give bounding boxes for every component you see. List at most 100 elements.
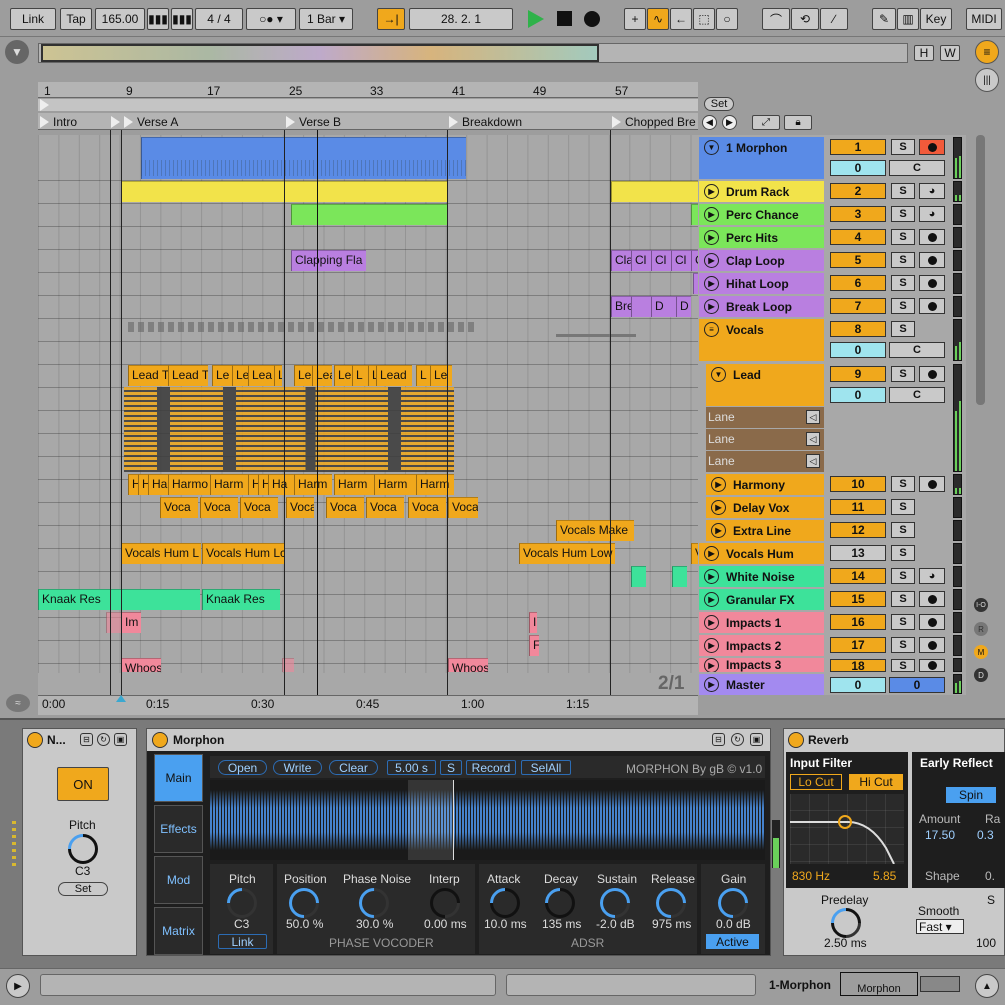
solo-button[interactable]: S — [891, 614, 915, 630]
track-activator[interactable]: 6 — [830, 275, 886, 291]
track-activator[interactable]: 5 — [830, 252, 886, 268]
tap-button[interactable]: Tap — [60, 8, 92, 30]
clap-chop-clip[interactable]: Cl — [671, 250, 691, 271]
tab-mod[interactable]: Mod — [154, 856, 203, 904]
track-extra-line[interactable]: ▶ Extra Line — [706, 520, 824, 541]
white-noise-clip[interactable] — [672, 566, 687, 587]
solo-button[interactable]: S — [891, 252, 915, 268]
solo-button[interactable]: S — [891, 206, 915, 222]
track-impacts-1[interactable]: ▶ Impacts 1 — [699, 612, 824, 633]
track-activator[interactable]: 10 — [830, 476, 886, 492]
harmony-clip[interactable]: H — [138, 474, 148, 495]
solo-button[interactable]: S — [891, 275, 915, 291]
loop-brace[interactable] — [38, 99, 698, 111]
delay-vox-clip[interactable]: Voca — [366, 497, 404, 518]
prev-locator-icon[interactable]: ◀ — [702, 115, 717, 130]
stop-icon[interactable] — [557, 11, 572, 26]
locator-intro[interactable]: Intro — [40, 114, 77, 129]
lead-clip[interactable]: Le — [430, 365, 452, 386]
track-activator[interactable]: 14 — [830, 568, 886, 584]
tab-effects[interactable]: Effects — [154, 805, 203, 853]
group-icon[interactable]: ≡ — [704, 322, 719, 337]
solo-button[interactable]: S — [891, 499, 915, 515]
overview-viewport[interactable] — [41, 44, 599, 62]
break-clip[interactable]: D — [651, 296, 676, 317]
punch-curve-icon[interactable]: ∕ — [820, 8, 848, 30]
break-clip[interactable]: Bre — [611, 296, 631, 317]
write-button[interactable]: Write — [273, 760, 322, 775]
impacts-3-clip[interactable]: Whoos — [121, 658, 161, 672]
play-circle-icon[interactable]: ▶ — [704, 592, 719, 607]
play-icon[interactable] — [528, 10, 544, 28]
break-clip[interactable]: D — [676, 296, 691, 317]
harmony-clip[interactable]: Harm — [334, 474, 374, 495]
lead-clip[interactable]: Lead — [376, 365, 412, 386]
arm-button[interactable]: ◕ — [919, 183, 945, 199]
vocals-hum-clip[interactable]: Vocals Hum Lc — [202, 543, 284, 564]
nudge-up-icon[interactable]: ▮▮▮ — [171, 8, 193, 30]
play-circle-icon[interactable]: ▶ — [704, 207, 719, 222]
harmony-clip[interactable]: Harm — [416, 474, 454, 495]
play-circle-icon[interactable]: ▶ — [704, 677, 719, 692]
next-locator-icon[interactable]: ▶ — [722, 115, 737, 130]
track-activator[interactable]: 9 — [830, 366, 886, 382]
arm-button[interactable] — [919, 476, 945, 492]
locator-chopped[interactable]: Chopped Bre — [612, 114, 696, 129]
key-map-button[interactable]: Key — [920, 8, 952, 30]
set-locator-button[interactable]: Set — [704, 97, 734, 111]
tab-main[interactable]: Main — [154, 754, 203, 802]
fold-icon[interactable]: ▼ — [704, 140, 719, 155]
arm-button[interactable] — [919, 252, 945, 268]
clap-chop-clip[interactable]: Cl — [631, 250, 651, 271]
capture-icon[interactable]: ⬚ — [693, 8, 715, 30]
lead-clip[interactable]: Lead T — [128, 365, 168, 386]
play-circle-icon[interactable]: ▶ — [711, 523, 726, 538]
play-circle-icon[interactable]: ▶ — [711, 500, 726, 515]
lead-clip[interactable]: L — [368, 365, 376, 386]
device-on-icon[interactable] — [788, 732, 804, 748]
link-button[interactable]: Link — [218, 934, 267, 949]
pan-field[interactable]: C — [889, 342, 945, 358]
waveform-selection[interactable] — [408, 780, 454, 860]
save-icon[interactable]: ▣ — [114, 733, 127, 746]
play-circle-icon[interactable]: ▶ — [711, 477, 726, 492]
clap-chop-clip[interactable]: Cla — [611, 250, 631, 271]
track-hihat-loop[interactable]: ▶ Hihat Loop — [699, 273, 824, 294]
track-activator[interactable]: 11 — [830, 499, 886, 515]
lead-clip[interactable]: Le — [334, 365, 352, 386]
clap-chop-clip[interactable]: C — [691, 250, 698, 271]
play-circle-icon[interactable]: ▶ — [704, 276, 719, 291]
loop-start-triangle-icon[interactable] — [40, 99, 49, 111]
midi-map-button[interactable]: MIDI — [966, 8, 1002, 30]
play-circle-icon[interactable]: ▶ — [704, 638, 719, 653]
beat-ruler[interactable] — [38, 82, 698, 98]
delay-vox-clip[interactable]: Voca — [448, 497, 478, 518]
arm-button[interactable] — [919, 139, 945, 155]
extra-line-clip[interactable]: Vocals Make — [556, 520, 634, 541]
solo-button[interactable]: S — [891, 545, 915, 561]
track-impacts-3[interactable]: ▶ Impacts 3 — [699, 658, 824, 672]
locator-verse-a[interactable]: Verse A — [111, 114, 178, 129]
track-activator[interactable]: 12 — [830, 522, 886, 538]
solo-button[interactable]: S — [891, 229, 915, 245]
arm-button[interactable] — [919, 366, 945, 382]
track-granular-fx[interactable]: ▶ Granular FX — [699, 589, 824, 610]
clap-chop-clip[interactable]: Cl — [651, 250, 671, 271]
vocals-hum-clip[interactable]: Vocals Hum L — [121, 543, 201, 564]
track-lead[interactable]: ▼ Lead — [706, 364, 824, 385]
lead-clip[interactable]: L — [352, 365, 368, 386]
harmony-clip[interactable]: Harm — [210, 474, 248, 495]
harmony-clip[interactable]: H — [258, 474, 268, 495]
link-button[interactable]: Link — [10, 8, 56, 30]
track-activator[interactable]: 1 — [830, 139, 886, 155]
lead-clip[interactable]: Lead T — [168, 365, 208, 386]
song-position-field[interactable]: 28. 2. 1 — [409, 8, 513, 30]
pencil-icon[interactable]: ✎ — [872, 8, 896, 30]
nudge-down-icon[interactable]: ▮▮▮ — [147, 8, 169, 30]
track-harmony[interactable]: ▶ Harmony — [706, 474, 824, 495]
track-activator[interactable]: 13 — [830, 545, 886, 561]
delay-vox-clip[interactable]: Voca — [160, 497, 198, 518]
harmony-clip[interactable]: Harm — [294, 474, 332, 495]
vocals-hum-clip[interactable]: Vocals Hum Low — [519, 543, 615, 564]
automation-arm-icon[interactable]: ∿ — [647, 8, 669, 30]
